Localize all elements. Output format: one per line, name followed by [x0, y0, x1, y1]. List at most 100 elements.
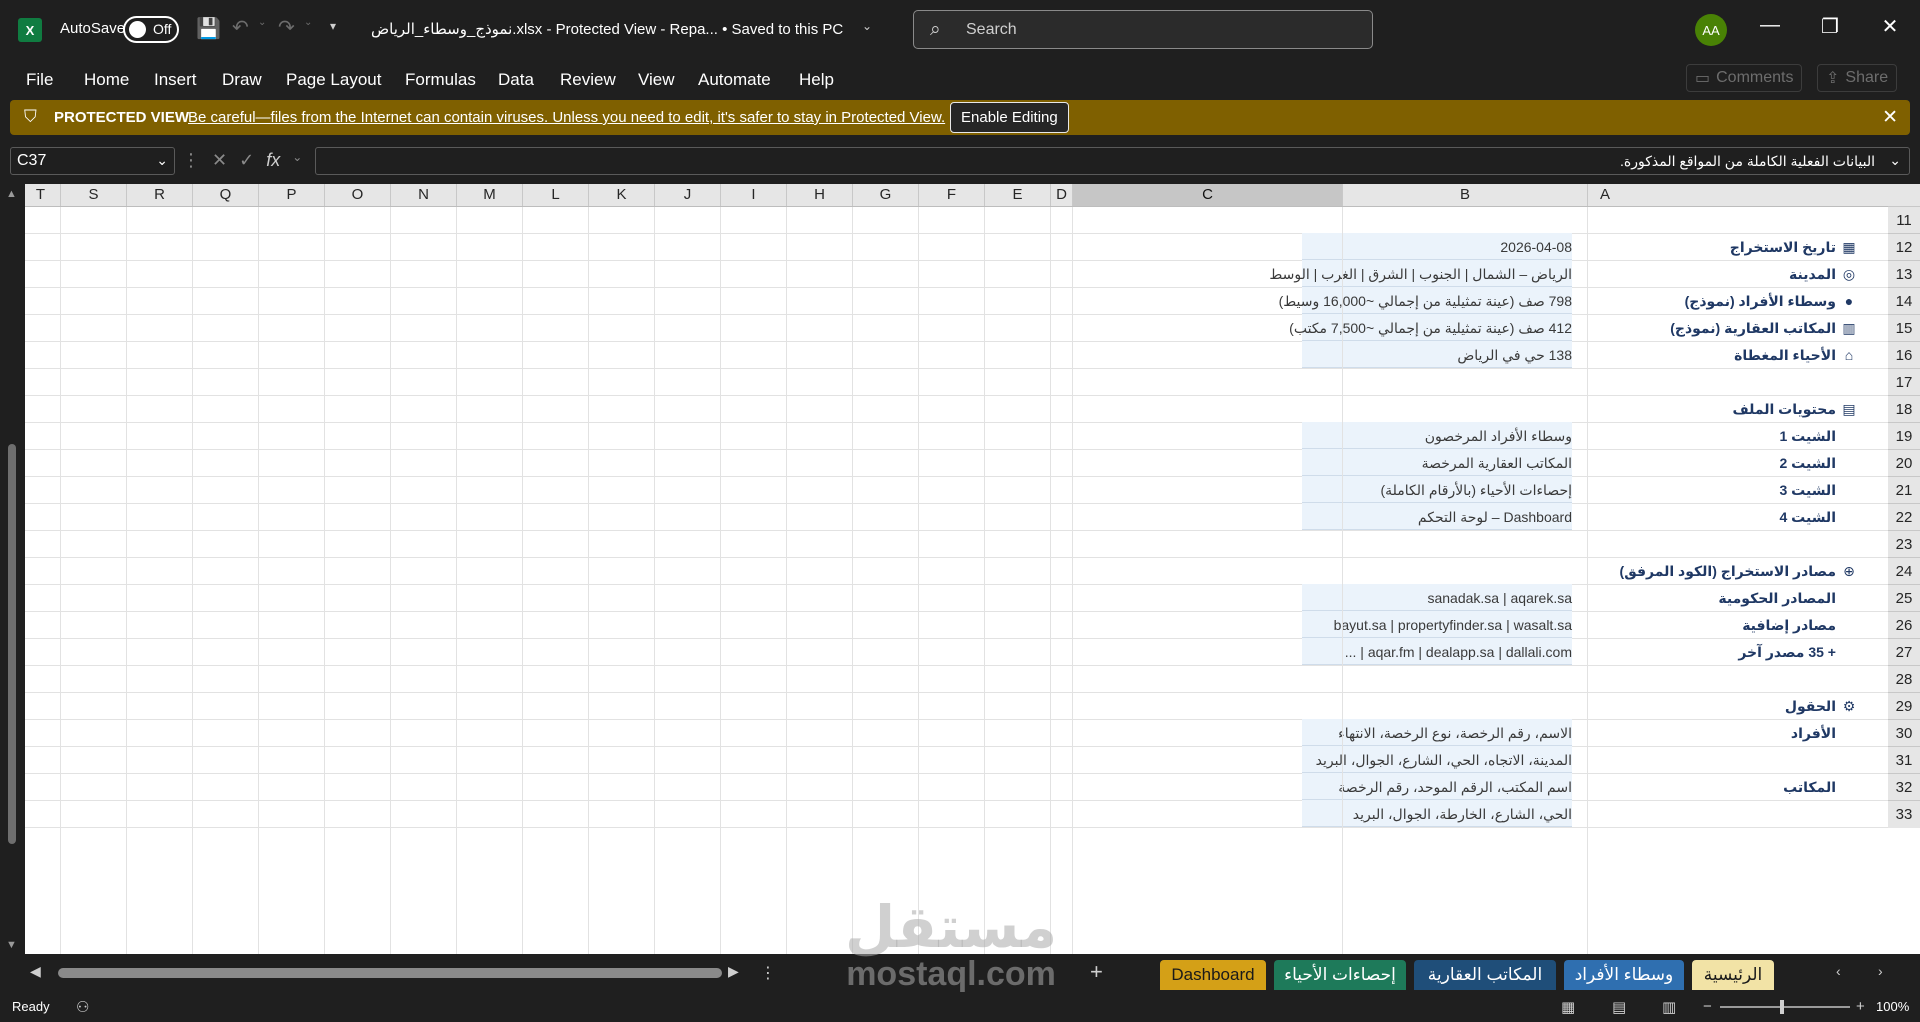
- row-header-33[interactable]: 33: [1888, 800, 1920, 827]
- undo-icon[interactable]: ↶: [232, 15, 249, 40]
- menu-review[interactable]: Review: [560, 70, 616, 90]
- row-header-14[interactable]: 14: [1888, 287, 1920, 314]
- row-header-21[interactable]: 21: [1888, 476, 1920, 503]
- search-box[interactable]: ⌕ Search: [913, 10, 1373, 49]
- cell-area[interactable]: 2026-04-08 الرياض – الشمال | الجنوب | ال…: [25, 207, 1888, 954]
- column-header-q[interactable]: Q: [192, 184, 258, 206]
- column-header-l[interactable]: L: [522, 184, 588, 206]
- menu-help[interactable]: Help: [799, 70, 834, 90]
- next-sheet-icon[interactable]: ›: [1878, 963, 1883, 979]
- restore-icon[interactable]: ❐: [1815, 14, 1845, 39]
- formula-input[interactable]: البيانات الفعلية الكاملة من المواقع المذ…: [315, 147, 1910, 175]
- close-icon[interactable]: ✕: [1882, 106, 1898, 129]
- column-header-i[interactable]: I: [720, 184, 786, 206]
- page-layout-view-icon[interactable]: ▤: [1612, 998, 1626, 1016]
- menu-home[interactable]: Home: [84, 70, 129, 90]
- column-header-b[interactable]: B: [1342, 184, 1587, 206]
- menu-automate[interactable]: Automate: [698, 70, 771, 90]
- row-header-31[interactable]: 31: [1888, 746, 1920, 773]
- enable-editing-button[interactable]: Enable Editing: [950, 102, 1069, 133]
- column-header-s[interactable]: S: [60, 184, 126, 206]
- menu-insert[interactable]: Insert: [154, 70, 197, 90]
- undo-dropdown-icon[interactable]: ⌄: [258, 17, 266, 28]
- protected-view-message[interactable]: Be careful—files from the Internet can c…: [188, 109, 945, 126]
- redo-dropdown-icon[interactable]: ⌄: [304, 17, 312, 28]
- page-break-view-icon[interactable]: ▥: [1662, 998, 1676, 1016]
- row-header-18[interactable]: 18: [1888, 395, 1920, 422]
- vertical-scrollbar[interactable]: ▲ ▼: [0, 184, 25, 954]
- row-header-17[interactable]: 17: [1888, 368, 1920, 395]
- title-chevron-down-icon[interactable]: ⌄: [862, 19, 872, 33]
- scroll-down-icon[interactable]: ▼: [6, 939, 17, 951]
- accessibility-icon[interactable]: ⚇: [76, 998, 89, 1016]
- redo-icon[interactable]: ↷: [278, 15, 295, 40]
- row-header-32[interactable]: 32: [1888, 773, 1920, 800]
- zoom-in-icon[interactable]: +: [1856, 998, 1865, 1015]
- column-header-k[interactable]: K: [588, 184, 654, 206]
- function-icon[interactable]: fx: [266, 150, 280, 171]
- column-header-e[interactable]: E: [984, 184, 1050, 206]
- menu-page-layout[interactable]: Page Layout: [286, 70, 381, 90]
- row-header-15[interactable]: 15: [1888, 314, 1920, 341]
- row-header-11[interactable]: 11: [1888, 206, 1920, 233]
- avatar[interactable]: AA: [1695, 14, 1727, 46]
- column-header-h[interactable]: H: [786, 184, 852, 206]
- minimize-icon[interactable]: —: [1755, 14, 1785, 37]
- more-options-icon[interactable]: ⋮: [760, 963, 776, 983]
- zoom-slider-knob[interactable]: [1780, 1000, 1784, 1014]
- row-header-29[interactable]: 29: [1888, 692, 1920, 719]
- autosave-toggle[interactable]: Off: [123, 16, 179, 43]
- column-header-f[interactable]: F: [918, 184, 984, 206]
- row-header-25[interactable]: 25: [1888, 584, 1920, 611]
- zoom-out-icon[interactable]: −: [1703, 998, 1712, 1015]
- share-button[interactable]: ⇪ Share: [1817, 64, 1898, 92]
- menu-formulas[interactable]: Formulas: [405, 70, 476, 90]
- function-dropdown-icon[interactable]: ⌄: [292, 150, 302, 171]
- row-header-30[interactable]: 30: [1888, 719, 1920, 746]
- scroll-up-icon[interactable]: ▲: [6, 188, 17, 200]
- sheet-tab-1[interactable]: الرئيسية: [1692, 960, 1774, 990]
- menu-file[interactable]: File: [26, 70, 53, 90]
- sheet-tab-4[interactable]: إحصاءات الأحياء: [1274, 960, 1406, 990]
- save-icon[interactable]: 💾: [196, 16, 221, 41]
- row-header-26[interactable]: 26: [1888, 611, 1920, 638]
- column-header-p[interactable]: P: [258, 184, 324, 206]
- scroll-right-icon[interactable]: ▶: [728, 963, 739, 980]
- cancel-icon[interactable]: ✕: [212, 150, 227, 171]
- scroll-left-icon[interactable]: ◀: [30, 963, 41, 980]
- row-header-23[interactable]: 23: [1888, 530, 1920, 557]
- close-window-icon[interactable]: ✕: [1875, 14, 1905, 39]
- add-sheet-icon[interactable]: +: [1090, 959, 1103, 985]
- row-header-16[interactable]: 16: [1888, 341, 1920, 368]
- customize-toolbar-icon[interactable]: ▾: [330, 19, 336, 33]
- horizontal-scrollbar-thumb[interactable]: [58, 968, 722, 978]
- normal-view-icon[interactable]: ▦: [1561, 998, 1575, 1016]
- column-header-j[interactable]: J: [654, 184, 720, 206]
- menu-view[interactable]: View: [638, 70, 675, 90]
- row-header-12[interactable]: 12: [1888, 233, 1920, 260]
- confirm-icon[interactable]: ✓: [239, 150, 254, 171]
- sheet-tab-5[interactable]: Dashboard: [1160, 960, 1266, 990]
- zoom-level[interactable]: 100%: [1876, 999, 1909, 1014]
- column-header-t[interactable]: T: [20, 184, 60, 206]
- comments-button[interactable]: ▭ Comments: [1686, 64, 1803, 92]
- sheet-tab-3[interactable]: المكاتب العقارية: [1414, 960, 1556, 990]
- column-header-a[interactable]: A: [1587, 184, 1622, 206]
- row-header-13[interactable]: 13: [1888, 260, 1920, 287]
- column-header-d[interactable]: D: [1050, 184, 1072, 206]
- name-box[interactable]: C37 ⌄: [10, 147, 175, 175]
- zoom-slider[interactable]: [1720, 1006, 1850, 1008]
- menu-draw[interactable]: Draw: [222, 70, 262, 90]
- column-header-m[interactable]: M: [456, 184, 522, 206]
- column-header-c[interactable]: C: [1072, 184, 1342, 206]
- column-header-g[interactable]: G: [852, 184, 918, 206]
- row-header-20[interactable]: 20: [1888, 449, 1920, 476]
- window-title[interactable]: نموذج_وسطاء_الرياض.xlsx - Protected View…: [371, 20, 843, 38]
- column-header-n[interactable]: N: [390, 184, 456, 206]
- menu-data[interactable]: Data: [498, 70, 534, 90]
- row-header-28[interactable]: 28: [1888, 665, 1920, 692]
- row-header-22[interactable]: 22: [1888, 503, 1920, 530]
- row-header-27[interactable]: 27: [1888, 638, 1920, 665]
- row-header-24[interactable]: 24: [1888, 557, 1920, 584]
- prev-sheet-icon[interactable]: ‹: [1836, 963, 1841, 979]
